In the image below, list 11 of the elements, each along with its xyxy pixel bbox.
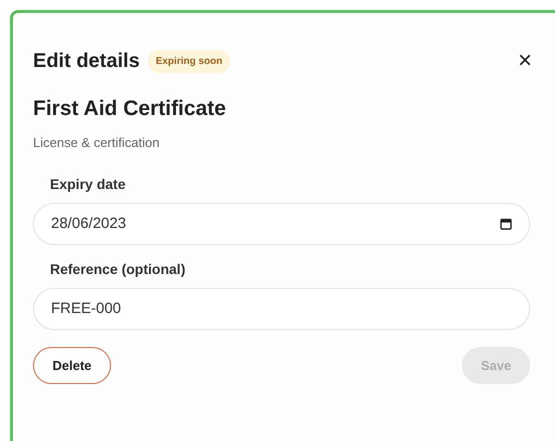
date-field[interactable]: 28/06/2023 [33, 203, 530, 245]
close-button[interactable]: × [513, 49, 537, 73]
calendar-icon[interactable] [500, 218, 512, 230]
field-label: Reference (optional) [50, 260, 186, 279]
input-field[interactable]: FREE-000 [33, 288, 530, 330]
record-title: First Aid Certificate [33, 96, 227, 122]
field-label: Expiry date [50, 175, 126, 194]
record-category: License & certification [33, 134, 160, 152]
status-badge: Expiring soon [148, 50, 230, 72]
dialog-title: Edit details [33, 49, 140, 74]
delete-button[interactable]: Delete [33, 347, 111, 384]
